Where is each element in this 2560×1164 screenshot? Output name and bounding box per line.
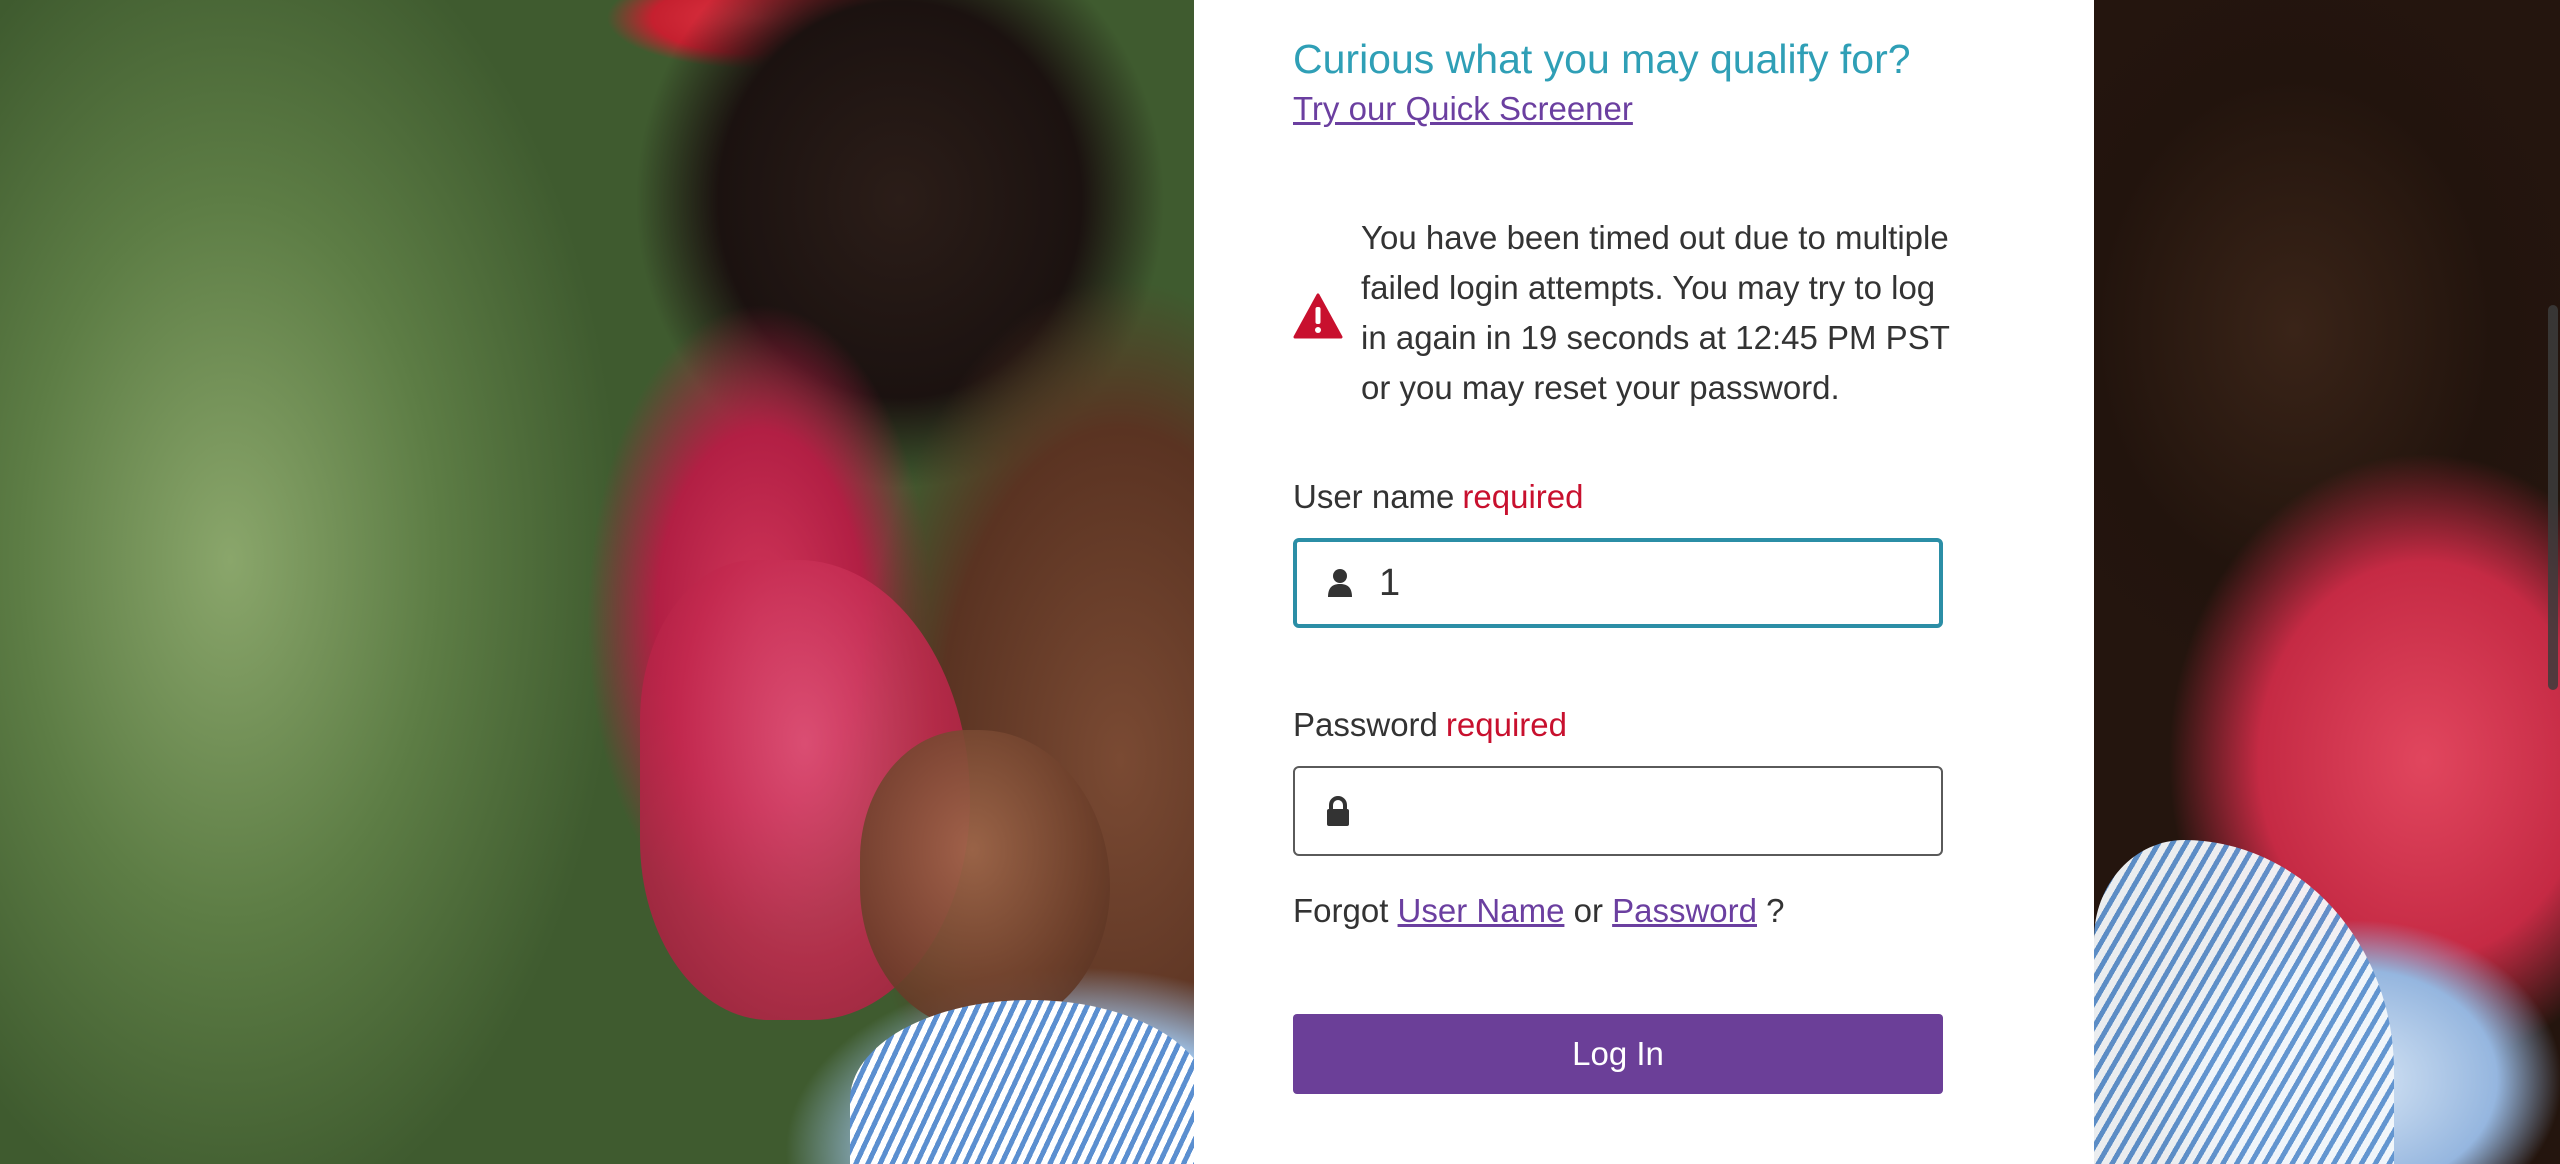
username-required-indicator: required bbox=[1462, 478, 1584, 515]
forgot-username-link[interactable]: User Name bbox=[1398, 892, 1565, 929]
login-panel: Curious what you may qualify for? Try ou… bbox=[1194, 0, 2094, 1164]
ear-shape bbox=[860, 730, 1110, 1030]
forgot-password-link[interactable]: Password bbox=[1612, 892, 1757, 929]
password-label-text: Password bbox=[1293, 706, 1438, 743]
shirt-shape bbox=[2094, 840, 2394, 1164]
scrollbar-thumb[interactable] bbox=[2548, 305, 2558, 690]
password-label: Password required bbox=[1293, 706, 1567, 744]
password-input[interactable] bbox=[1375, 780, 1921, 842]
lock-icon bbox=[1323, 794, 1353, 828]
password-field[interactable] bbox=[1293, 766, 1943, 856]
qualify-heading: Curious what you may qualify for? bbox=[1293, 36, 1911, 82]
user-icon bbox=[1325, 566, 1355, 600]
shirt-shape bbox=[850, 1000, 1210, 1164]
warning-triangle-icon bbox=[1293, 293, 1343, 339]
forgot-suffix: ? bbox=[1766, 892, 1785, 929]
quick-screener-link[interactable]: Try our Quick Screener bbox=[1293, 90, 1633, 128]
background-photo-left bbox=[0, 0, 1210, 1164]
username-label: User name required bbox=[1293, 478, 1583, 516]
forgot-or: or bbox=[1573, 892, 1603, 929]
username-input[interactable] bbox=[1377, 552, 1919, 614]
page: Curious what you may qualify for? Try ou… bbox=[0, 0, 2560, 1164]
background-photo-right bbox=[2094, 0, 2560, 1164]
username-label-text: User name bbox=[1293, 478, 1455, 515]
forgot-prefix: Forgot bbox=[1293, 892, 1389, 929]
username-field[interactable] bbox=[1293, 538, 1943, 628]
forgot-credentials: Forgot User Name or Password ? bbox=[1293, 892, 1785, 930]
login-button[interactable]: Log In bbox=[1293, 1014, 1943, 1094]
password-required-indicator: required bbox=[1445, 706, 1567, 743]
alert-message: You have been timed out due to multiple … bbox=[1361, 219, 1950, 406]
